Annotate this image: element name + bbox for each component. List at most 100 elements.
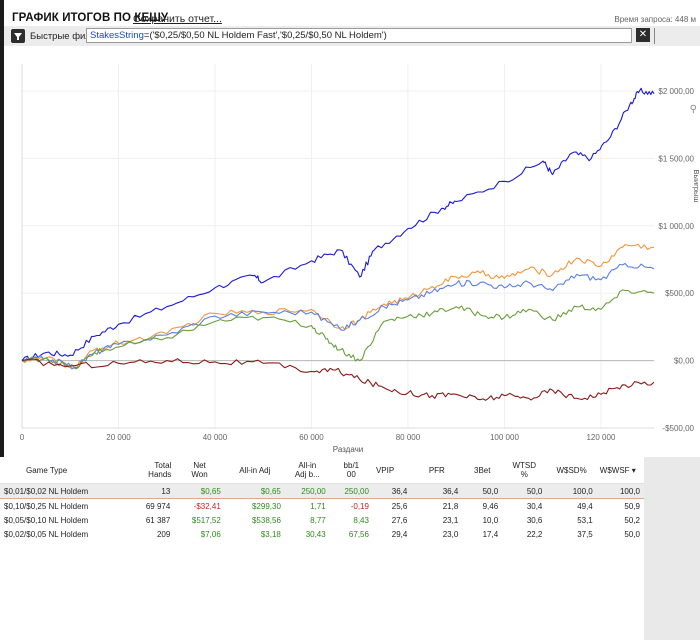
table-cell: 30,43	[305, 529, 326, 539]
x-tick-label: 40 000	[203, 433, 228, 442]
save-report-link[interactable]: Сохранить отчет...	[133, 13, 222, 25]
y-tick-label: $1 000,00	[658, 222, 694, 231]
table-cell: 1,71	[310, 501, 326, 511]
winnings-chart[interactable]: 0 20 000 40 000 60 000 80 000 100 000 120 000 $…	[4, 46, 700, 454]
y-axis-label: Выигрыш	[692, 170, 700, 203]
column-header[interactable]: W$SD%	[546, 457, 597, 484]
column-header[interactable]: PFR	[411, 457, 463, 484]
column-header[interactable]: W$WSF ▾	[596, 457, 644, 484]
table-cell: $0,05/$0,10 NL Holdem	[4, 515, 89, 525]
table-cell: 8,77	[310, 515, 326, 525]
table-cell: $0,02/$0,05 NL Holdem	[4, 529, 89, 539]
x-tick-label: 20 000	[106, 433, 131, 442]
table-cell: 36,4	[411, 483, 463, 499]
table-row[interactable]: $0,01/$0,02 NL Holdem 13 $0,65 $0,65 250,00 2…	[0, 483, 644, 499]
y-tick-label: $1 500,00	[658, 154, 694, 163]
table-cell: 30,4	[526, 501, 543, 511]
series-line	[21, 87, 655, 362]
table-row[interactable]: $0,05/$0,10 NL Holdem 61 387 $517,52 $538,5…	[0, 513, 644, 527]
table-cell: $0,01/$0,02 NL Holdem	[0, 483, 128, 499]
table-cell: $517,52	[191, 515, 221, 525]
column-header-label: W$WSF	[599, 465, 630, 475]
column-header[interactable]: Total Hands	[127, 457, 175, 484]
x-tick-label: 0	[20, 433, 25, 442]
quick-filter-bar: Быстрые фильт StakesString=('$0,25/$0,50…	[4, 26, 700, 47]
column-header[interactable]: VPIP	[372, 457, 412, 484]
column-header-label: Won	[191, 470, 208, 479]
table-cell: -$32,41	[193, 501, 221, 511]
table-cell: $3,18	[260, 529, 281, 539]
column-header-label: 3Bet	[474, 465, 491, 475]
table-cell: 22,2	[526, 529, 543, 539]
grid-side-panel	[644, 457, 700, 640]
y-tick-label: $500,00	[665, 289, 694, 298]
filter-icon[interactable]	[11, 29, 25, 43]
zoom-icon[interactable]: ⚲	[690, 104, 697, 115]
filter-expression-input[interactable]: StakesString=('$0,25/$0,50 NL Holdem Fas…	[86, 28, 632, 43]
column-header-label: WTSD	[512, 461, 537, 470]
table-cell: 10,0	[482, 515, 499, 525]
close-icon[interactable]: ✕	[636, 28, 650, 42]
table-cell: 23,0	[442, 529, 459, 539]
table-cell: 49,4	[577, 501, 593, 511]
table-header-row: Game Type Total Hands Net Won All-in Adj All-i…	[0, 457, 644, 484]
table-cell: 9,46	[482, 501, 499, 511]
y-tick-label: $0,00	[674, 357, 695, 366]
table-cell: 8,43	[353, 515, 369, 525]
table-cell: 209	[156, 529, 171, 539]
column-header-label: %	[520, 470, 528, 479]
column-header[interactable]: All-in Adj b...	[284, 457, 330, 484]
column-header-label: W$SD%	[556, 465, 587, 475]
table-cell: 25,6	[391, 501, 408, 511]
column-header[interactable]: 3Bet	[462, 457, 503, 484]
table-cell: 50,2	[624, 515, 640, 525]
table-cell: 100,0	[546, 483, 597, 499]
table-cell: 53,1	[577, 515, 593, 525]
column-header-label: 00	[346, 470, 356, 479]
table-cell: 27,6	[391, 515, 408, 525]
sort-down-icon[interactable]: ▾	[630, 466, 636, 475]
table-cell: $7,06	[200, 529, 221, 539]
column-header[interactable]: Net Won	[174, 457, 225, 484]
chart-canvas: 0 20 000 40 000 60 000 80 000 100 000 120 000 $…	[20, 64, 700, 454]
column-header[interactable]: All-in Adj	[224, 457, 285, 484]
query-time-label: Время запроса: 448 м	[614, 15, 696, 24]
x-tick-label: 100 000	[490, 433, 519, 442]
table-cell: 29,4	[391, 529, 408, 539]
x-axis-label: Раздачи	[333, 445, 364, 454]
table-cell: 17,4	[482, 529, 499, 539]
stats-grid: Game Type Total Hands Net Won All-in Adj All-i…	[0, 457, 644, 640]
table-row[interactable]: $0,10/$0,25 NL Holdem 69 974 -$32,41 $299,3…	[0, 499, 644, 514]
series-line	[21, 289, 655, 370]
x-tick-label: 60 000	[299, 433, 324, 442]
y-tick-label: $2 000,00	[658, 87, 694, 96]
table-cell: 50,9	[624, 501, 640, 511]
table-cell: 36,4	[372, 483, 412, 499]
column-header-label: Hands	[148, 470, 172, 479]
column-header-label: bb/1	[343, 461, 360, 470]
table-cell: 67,56	[348, 529, 369, 539]
column-header[interactable]: bb/1 00	[329, 457, 373, 484]
table-cell: 50,0	[624, 529, 640, 539]
table-cell: 250,00	[329, 483, 373, 499]
table-cell: 250,00	[284, 483, 330, 499]
table-cell: 21,8	[442, 501, 459, 511]
table-cell: $299,30	[251, 501, 281, 511]
filter-key: StakesString	[90, 30, 144, 41]
table-cell: 100,0	[596, 483, 644, 499]
table-cell: 13	[127, 483, 175, 499]
table-row[interactable]: $0,02/$0,05 NL Holdem 209 $7,06 $3,18 30,43 6…	[0, 527, 644, 541]
table-cell: 23,1	[442, 515, 459, 525]
series-line	[21, 358, 655, 401]
column-header[interactable]: WTSD%	[502, 457, 547, 484]
table-cell: $0,65	[224, 483, 285, 499]
column-header-label: Total	[154, 461, 172, 470]
table-cell: 50,0	[462, 483, 503, 499]
table-cell: 61 387	[145, 515, 171, 525]
table-cell: -0,19	[350, 501, 369, 511]
table-cell: 69 974	[145, 501, 171, 511]
column-header[interactable]: Game Type	[0, 457, 128, 484]
column-header-label: Game Type	[26, 465, 68, 475]
filter-separator	[654, 28, 655, 44]
table-cell: $538,56	[251, 515, 281, 525]
